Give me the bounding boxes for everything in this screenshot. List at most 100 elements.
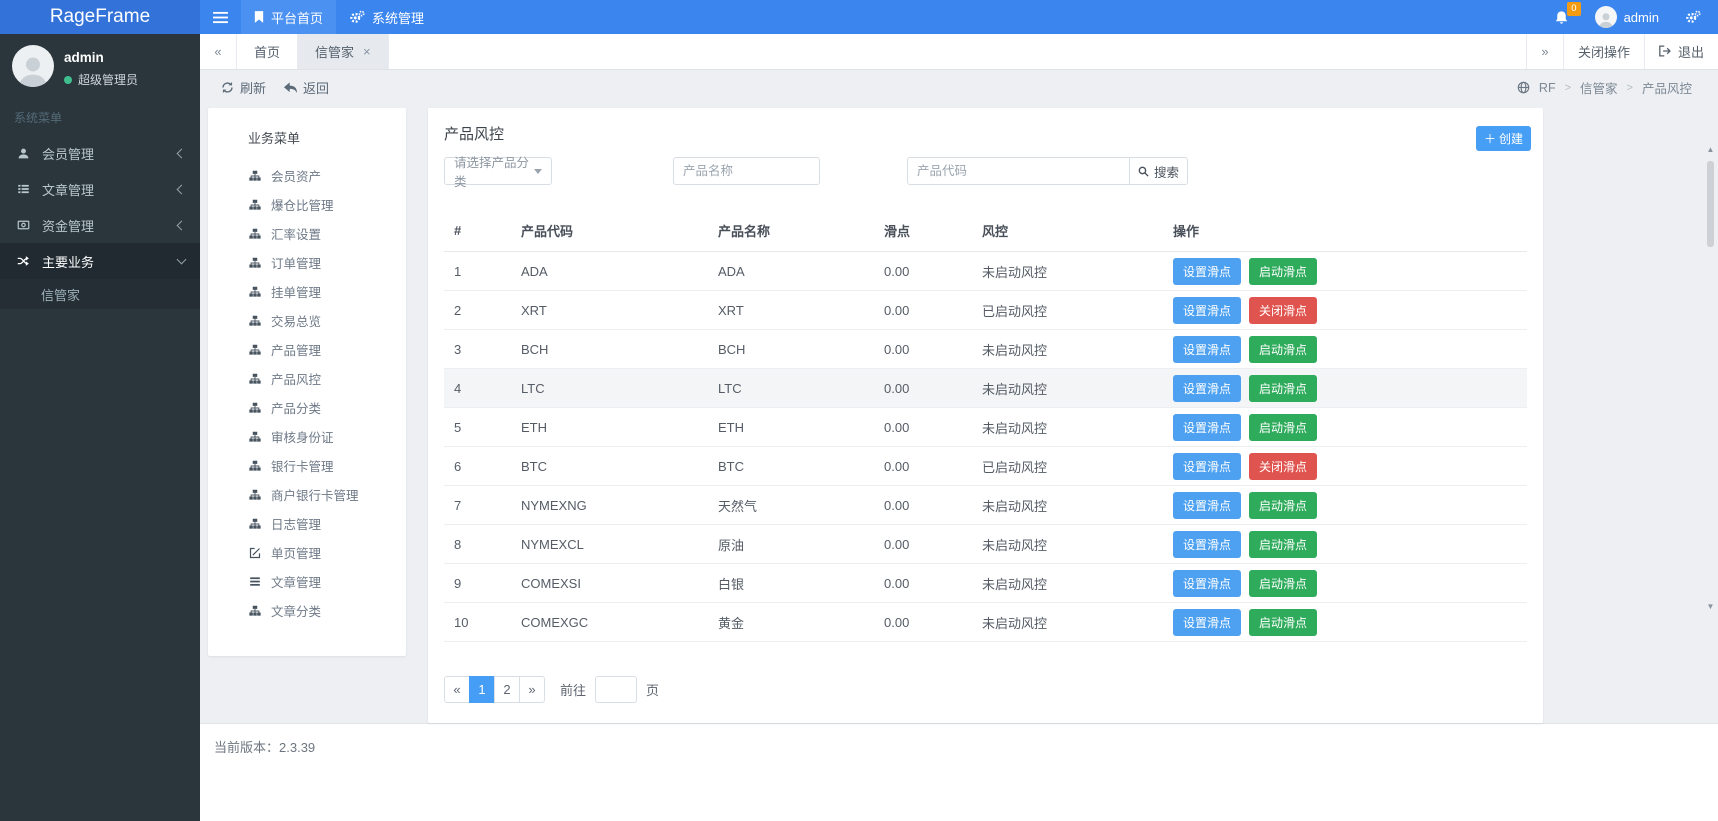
business-menu-item-label: 会员资产 (271, 170, 322, 185)
set-slippage-button[interactable]: 设置滑点 (1173, 335, 1242, 363)
business-menu-item[interactable]: 单页管理 (208, 538, 406, 567)
nav-item-platform-home[interactable]: 平台首页 (241, 0, 337, 34)
set-slippage-button[interactable]: 设置滑点 (1173, 608, 1242, 636)
start-slippage-button[interactable]: 启动滑点 (1249, 608, 1318, 636)
business-menu-item[interactable]: 银行卡管理 (208, 451, 406, 480)
actions-cell: 设置滑点 启动滑点 (1173, 368, 1527, 409)
sitemap-icon (248, 402, 262, 414)
start-slippage-button[interactable]: 启动滑点 (1249, 569, 1318, 597)
set-slippage-button[interactable]: 设置滑点 (1173, 569, 1242, 597)
tab-bar: « 首页 信管家 × » 关闭操作 退出 (200, 34, 1718, 70)
business-menu-item[interactable]: 产品风控 (208, 364, 406, 393)
business-menu-item[interactable]: 汇率设置 (208, 219, 406, 248)
close-tab-icon[interactable]: × (363, 44, 371, 59)
business-menu-item-label: 银行卡管理 (271, 460, 334, 475)
business-menu-item-label: 产品风控 (271, 373, 322, 388)
stop-slippage-button[interactable]: 关闭滑点 (1249, 452, 1318, 480)
actions-cell: 设置滑点 启动滑点 (1173, 407, 1527, 448)
business-menu-item[interactable]: 挂单管理 (208, 277, 406, 306)
business-menu-item[interactable]: 文章分类 (208, 596, 406, 625)
product-name-cell: ETH (718, 407, 884, 448)
breadcrumb-item[interactable]: RF (1539, 81, 1556, 95)
set-slippage-button[interactable]: 设置滑点 (1173, 452, 1242, 480)
slippage-cell: 0.00 (884, 407, 982, 448)
settings-button[interactable] (1672, 0, 1714, 34)
start-slippage-button[interactable]: 启动滑点 (1249, 374, 1318, 402)
set-slippage-button[interactable]: 设置滑点 (1173, 296, 1242, 324)
risk-status-cell: 未启动风控 (982, 524, 1173, 565)
business-menu-item-label: 产品分类 (271, 402, 322, 417)
business-menu-item[interactable]: 日志管理 (208, 509, 406, 538)
scroll-down-arrow-icon[interactable]: ▼ (1707, 602, 1715, 611)
user-menu-button[interactable]: admin (1582, 0, 1672, 34)
product-name-cell: BTC (718, 446, 884, 487)
goto-page-input[interactable] (595, 676, 638, 704)
tab-xinguanjia[interactable]: 信管家 × (298, 34, 389, 69)
product-name-cell: LTC (718, 368, 884, 409)
tabs-scroll-left-button[interactable]: « (200, 34, 237, 69)
start-slippage-button[interactable]: 启动滑点 (1249, 413, 1318, 441)
user-role-label: 超级管理员 (78, 73, 139, 87)
product-name-input[interactable] (673, 157, 820, 186)
business-menu-item[interactable]: 产品管理 (208, 335, 406, 364)
business-menu-item[interactable]: 会员资产 (208, 161, 406, 190)
set-slippage-button[interactable]: 设置滑点 (1173, 374, 1242, 402)
notifications-button[interactable]: 0 (1541, 0, 1582, 34)
money-icon (15, 219, 31, 231)
nav-item-system-admin[interactable]: 系统管理 (336, 0, 437, 34)
tab-home[interactable]: 首页 (237, 34, 299, 69)
globe-icon (1517, 81, 1530, 94)
business-menu-item[interactable]: 文章管理 (208, 567, 406, 596)
scroll-up-arrow-icon[interactable]: ▲ (1707, 145, 1715, 154)
business-menu-item[interactable]: 爆仓比管理 (208, 190, 406, 219)
tabs-scroll-right-button[interactable]: » (1525, 34, 1563, 69)
sidebar-item-articles[interactable]: 文章管理 (0, 171, 200, 207)
page-button-1[interactable]: 1 (469, 676, 495, 704)
page-button-2[interactable]: 2 (494, 676, 520, 704)
back-button[interactable]: 返回 (284, 78, 329, 97)
start-slippage-button[interactable]: 启动滑点 (1249, 257, 1318, 285)
sidebar-item-members[interactable]: 会员管理 (0, 135, 200, 171)
pagination: « 12 » 前往 页 (444, 676, 1527, 704)
logout-button[interactable]: 退出 (1643, 34, 1718, 69)
business-menu-item[interactable]: 审核身份证 (208, 422, 406, 451)
row-index: 5 (444, 407, 521, 448)
close-operations-button[interactable]: 关闭操作 (1562, 34, 1644, 69)
set-slippage-button[interactable]: 设置滑点 (1173, 257, 1242, 285)
refresh-button[interactable]: 刷新 (221, 78, 266, 97)
search-button[interactable]: 搜索 (1130, 157, 1188, 186)
logout-label: 退出 (1677, 44, 1704, 60)
product-category-select[interactable]: 请选择产品分类 (444, 156, 552, 189)
set-slippage-button[interactable]: 设置滑点 (1173, 530, 1242, 558)
product-code-cell: XRT (521, 290, 718, 331)
next-page-button[interactable]: » (519, 676, 545, 704)
create-button[interactable]: ＋ 创建 (1475, 126, 1531, 152)
brand-logo[interactable]: RageFrame (0, 0, 200, 34)
set-slippage-button[interactable]: 设置滑点 (1173, 491, 1242, 519)
set-slippage-button[interactable]: 设置滑点 (1173, 413, 1242, 441)
scrollbar-thumb[interactable] (1707, 161, 1714, 248)
business-menu-item[interactable]: 产品分类 (208, 393, 406, 422)
product-code-input[interactable] (907, 157, 1130, 186)
table-row: 3 BCH BCH 0.00 未启动风控 设置滑点 启动滑点 (444, 329, 1527, 370)
start-slippage-button[interactable]: 启动滑点 (1249, 491, 1318, 519)
risk-status-cell: 未启动风控 (982, 251, 1173, 292)
start-slippage-button[interactable]: 启动滑点 (1249, 335, 1318, 363)
sidebar-subitem-label: 信管家 (41, 287, 81, 303)
stop-slippage-button[interactable]: 关闭滑点 (1249, 296, 1318, 324)
breadcrumb-item[interactable]: 信管家 (1580, 78, 1618, 97)
sidebar-toggle-button[interactable] (200, 0, 241, 34)
avatar (12, 45, 54, 87)
business-menu-item[interactable]: 交易总览 (208, 306, 406, 335)
main-region: « 首页 信管家 × » 关闭操作 退出 刷新 返回 RF > 信管家 > 产品… (200, 34, 1718, 821)
vertical-scrollbar[interactable]: ▲ ▼ (1705, 145, 1716, 611)
start-slippage-button[interactable]: 启动滑点 (1249, 530, 1318, 558)
product-name-cell: 白银 (718, 563, 884, 604)
sidebar-item-funds[interactable]: 资金管理 (0, 207, 200, 243)
sidebar-item-business[interactable]: 主要业务 (0, 243, 200, 279)
prev-page-button[interactable]: « (444, 676, 470, 704)
business-menu-item[interactable]: 订单管理 (208, 248, 406, 277)
sidebar-subitem-xinguanjia[interactable]: 信管家 (0, 279, 200, 309)
business-menu-item[interactable]: 商户银行卡管理 (208, 480, 406, 509)
risk-status-cell: 已启动风控 (982, 446, 1173, 487)
